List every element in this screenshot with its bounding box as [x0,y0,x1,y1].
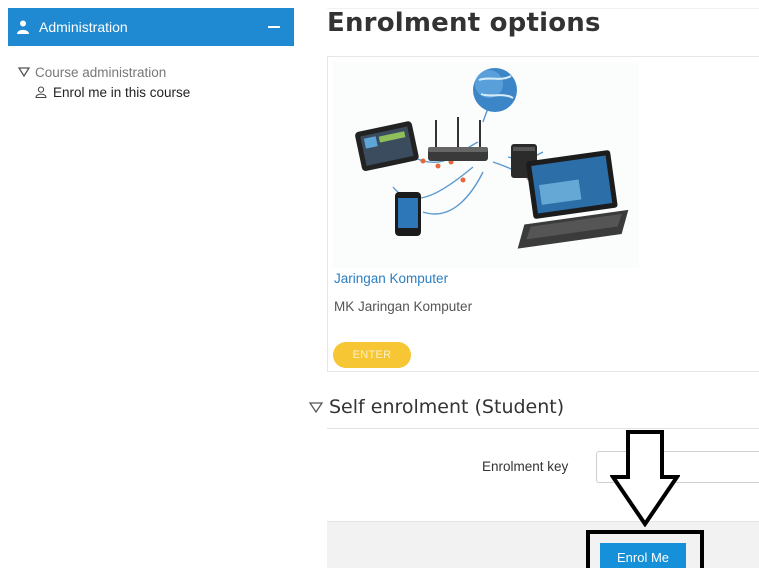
triangle-down-icon [18,67,30,78]
user-outline-icon [35,86,47,98]
person-icon [17,20,29,34]
self-enrolment-heading[interactable]: Self enrolment (Student) [309,396,564,418]
administration-title: Administration [39,19,128,35]
enter-button[interactable]: ENTER [333,342,411,368]
enrol-me-button[interactable]: Enrol Me [600,543,686,568]
administration-block-header[interactable]: Administration [8,8,294,46]
tree-item-label: Course administration [35,64,167,80]
administration-tree: Course administration Enrol me in this c… [18,62,190,102]
tree-item-course-administration[interactable]: Course administration [18,62,190,82]
minus-icon[interactable] [268,26,280,28]
page-title: Enrolment options [327,8,601,38]
annotation-down-arrow [610,430,680,527]
course-link[interactable]: Jaringan Komputer [334,271,448,286]
course-summary: MK Jaringan Komputer [334,299,473,314]
network-devices-image [333,62,639,268]
self-enrolment-title: Self enrolment (Student) [329,396,565,418]
enrolment-key-label: Enrolment key [482,459,569,474]
divider [327,428,759,429]
tree-item-label: Enrol me in this course [53,84,191,100]
tree-item-enrol-me[interactable]: Enrol me in this course [35,82,190,102]
course-box: Jaringan Komputer MK Jaringan Komputer E… [327,56,759,372]
triangle-down-icon [309,402,323,414]
